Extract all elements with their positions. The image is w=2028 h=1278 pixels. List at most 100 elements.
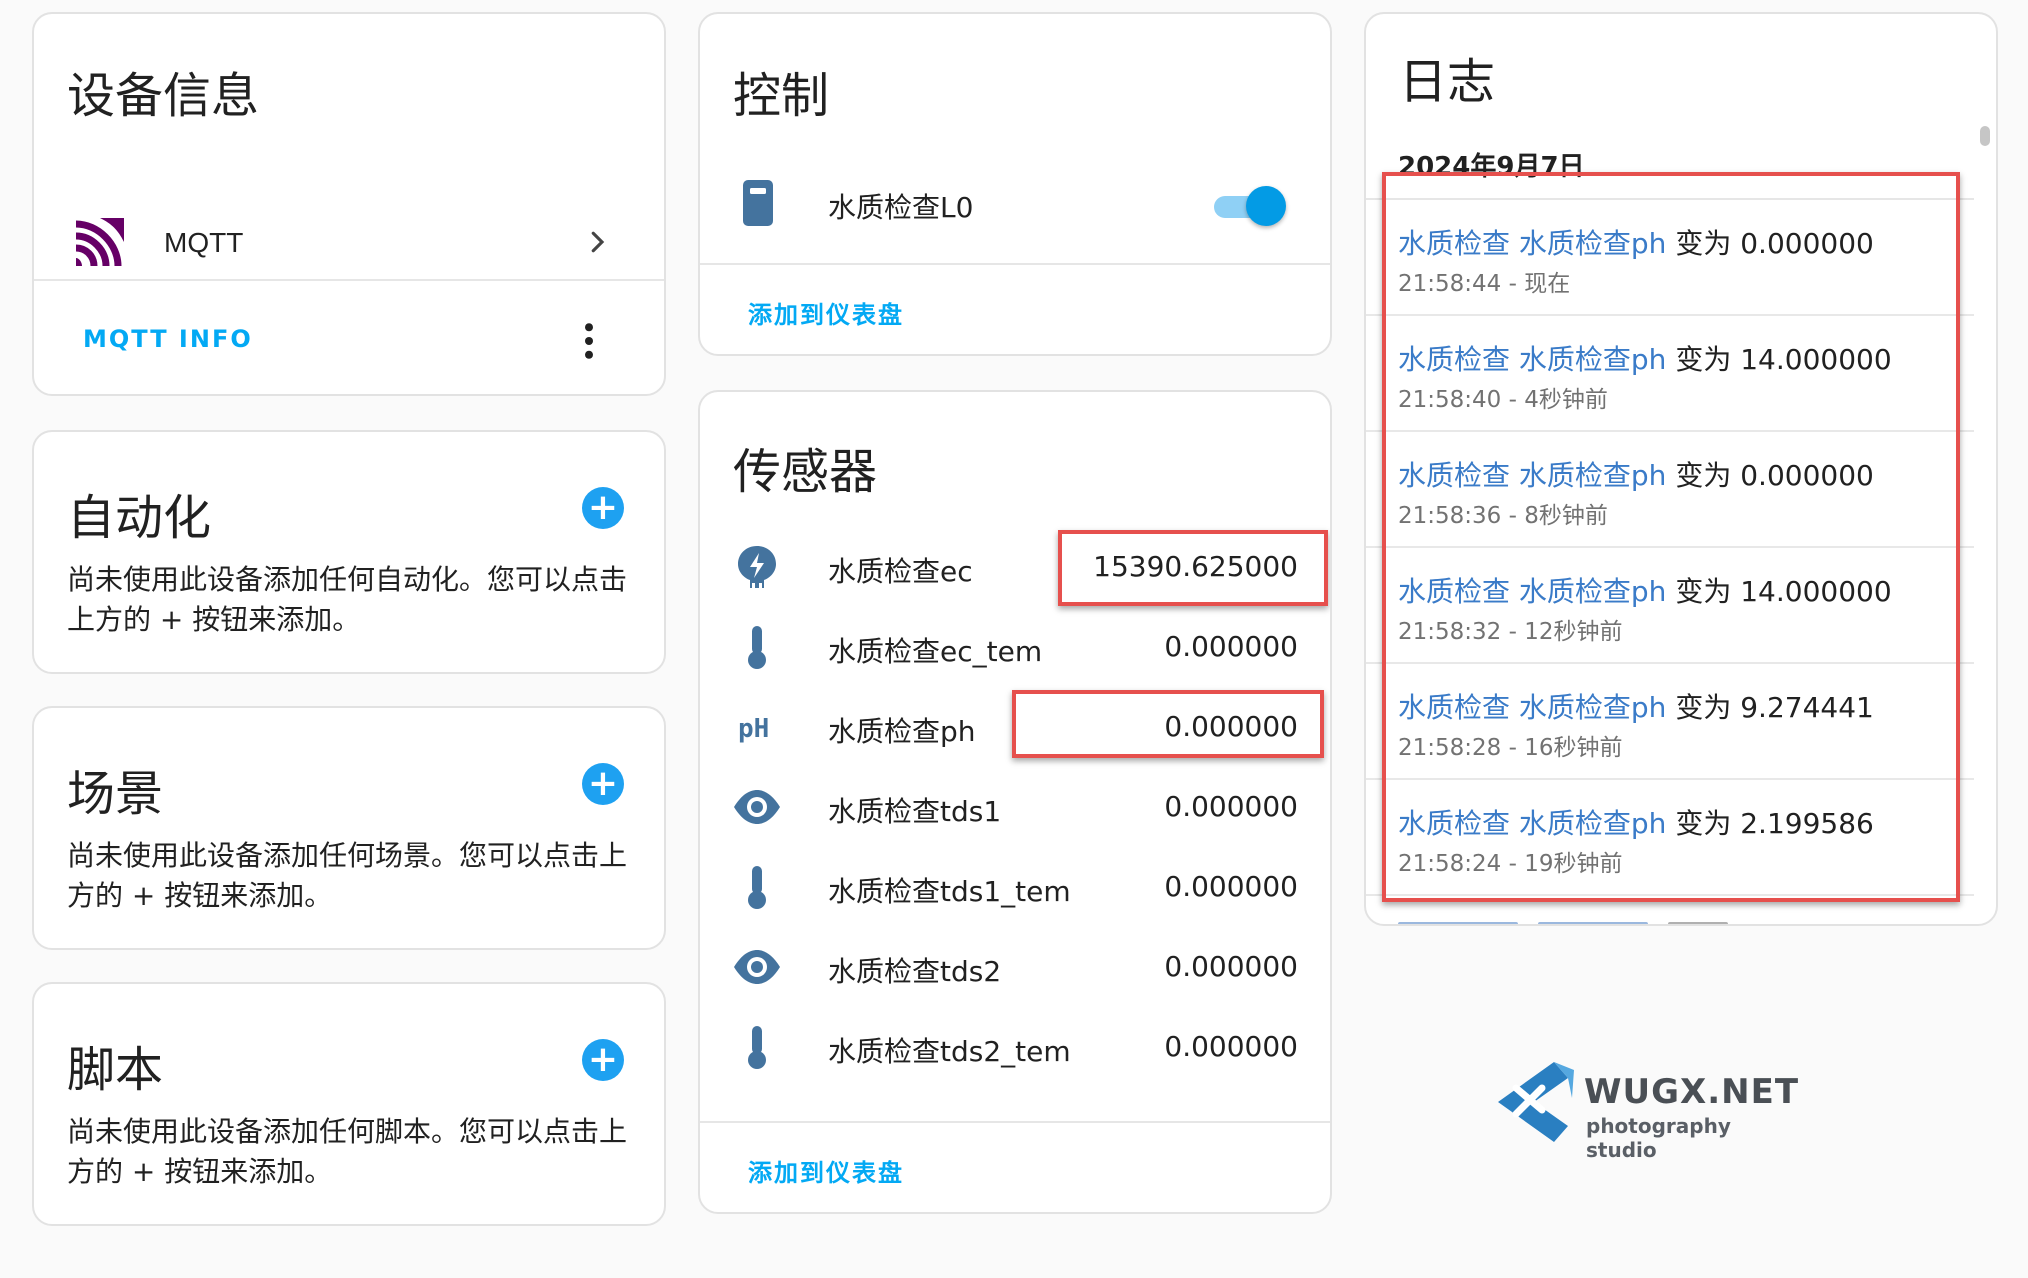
sensor-name: 水质检查ec	[828, 555, 973, 588]
log-message: 水质检查 水质检查ph 变为 14.000000	[1398, 338, 1892, 378]
watermark: WUGX.NET photography studio	[1494, 1058, 1798, 1162]
log-timestamp: 21:58:24 - 19秒钟前	[1398, 851, 1623, 877]
watermark-tagline: photography studio	[1586, 1114, 1731, 1162]
automation-description: 尚未使用此设备添加任何自动化。您可以点击上方的 + 按钮来添加。	[67, 563, 628, 636]
watermark-logo-icon	[1498, 1062, 1574, 1142]
log-entity-link[interactable]: 水质检查 水质检查ph	[1398, 459, 1666, 492]
log-timestamp: 21:58:36 - 8秒钟前	[1398, 503, 1608, 529]
card-divider	[34, 279, 664, 281]
mqtt-logo-icon	[74, 216, 126, 268]
sensor-name: 水质检查tds2_tem	[828, 1035, 1071, 1068]
sensor-row[interactable]: 水质检查tds1_tem 0.000000	[700, 848, 1330, 928]
sensor-row[interactable]: 水质检查ec 15390.625000	[700, 528, 1330, 608]
card-divider	[700, 1121, 1330, 1123]
mqtt-info-button[interactable]: MQTT INFO	[83, 325, 253, 353]
log-entity-link[interactable]: 水质检查 水质检查ph	[1398, 343, 1666, 376]
sensors-card: 传感器 水质检查ec 15390.625000 水质检查ec_tem 0.000…	[698, 390, 1332, 1214]
log-timestamp: 21:58:32 - 12秒钟前	[1398, 619, 1623, 645]
log-message: 水质检查 水质检查ph 变为 14.000000	[1398, 570, 1892, 610]
chevron-right-icon	[591, 231, 605, 253]
control-name: 水质检查L0	[828, 191, 974, 224]
log-message: 水质检查 水质检查ph 变为 0.000000	[1398, 454, 1874, 494]
script-title: 脚本	[67, 1042, 164, 1098]
log-entity-link[interactable]: 水质检查 水质检查ph	[1398, 227, 1666, 260]
script-card: 脚本 + 尚未使用此设备添加任何脚本。您可以点击上方的 + 按钮来添加。	[32, 982, 666, 1226]
add-script-button[interactable]: +	[582, 1039, 624, 1081]
sensor-name: 水质检查tds2	[828, 955, 1002, 988]
scrollbar-thumb[interactable]	[1980, 126, 1990, 146]
scene-title: 场景	[67, 766, 164, 822]
eye-icon	[734, 790, 780, 824]
log-entity-link[interactable]: 水质检查 水质检查ph	[1398, 575, 1666, 608]
log-change-text: 变为 0.000000	[1675, 459, 1874, 492]
add-scene-button[interactable]: +	[582, 763, 624, 805]
log-entity-link[interactable]: 水质检查 水质检查ph	[1398, 691, 1666, 724]
log-entry[interactable]: 水质检查 水质检查ph 变为 14.000000 21:58:40 - 4秒钟前	[1366, 316, 1974, 432]
sensor-row[interactable]: 水质检查ec_tem 0.000000	[700, 608, 1330, 688]
log-entry[interactable]: 水质检查 水质检查ph 变为 0.000000 21:58:44 - 现在	[1366, 200, 1974, 316]
control-row: 水质检查L0	[700, 164, 1330, 244]
sensor-value: 0.000000	[1164, 790, 1298, 823]
automation-title: 自动化	[67, 490, 212, 546]
device-info-title: 设备信息	[67, 68, 260, 124]
sensor-row[interactable]: 水质检查tds1 0.000000	[700, 768, 1330, 848]
controls-title: 控制	[733, 68, 830, 124]
sensor-name: 水质检查tds1_tem	[828, 875, 1071, 908]
sensor-value: 0.000000	[1164, 1030, 1298, 1063]
sensor-name: 水质检查tds1	[828, 795, 1002, 828]
thermometer-icon	[748, 866, 766, 909]
device-info-card: 设备信息 MQTT MQTT INFO	[32, 12, 666, 396]
sensor-row[interactable]: 水质检查tds2 0.000000	[700, 928, 1330, 1008]
controls-card: 控制 水质检查L0 添加到仪表盘	[698, 12, 1332, 356]
log-entry-partial	[1398, 922, 1738, 924]
water-flash-icon	[738, 546, 776, 589]
sensor-row[interactable]: 水质检查tds2_tem 0.000000	[700, 1008, 1330, 1088]
controls-add-to-dashboard[interactable]: 添加到仪表盘	[748, 295, 904, 330]
sensor-name: 水质检查ec_tem	[828, 635, 1043, 668]
sensors-add-to-dashboard[interactable]: 添加到仪表盘	[748, 1153, 904, 1188]
eye-icon	[734, 950, 780, 984]
log-entry[interactable]: 水质检查 水质检查ph 变为 0.000000 21:58:36 - 8秒钟前	[1366, 432, 1974, 548]
log-change-text: 变为 14.000000	[1675, 575, 1892, 608]
log-entry[interactable]: 水质检查 水质检查ph 变为 14.000000 21:58:32 - 12秒钟…	[1366, 548, 1974, 664]
sensor-value: 0.000000	[1164, 870, 1298, 903]
automation-card: 自动化 + 尚未使用此设备添加任何自动化。您可以点击上方的 + 按钮来添加。	[32, 430, 666, 674]
add-automation-button[interactable]: +	[582, 487, 624, 529]
logbook-title: 日志	[1399, 54, 1496, 110]
logbook-date: 2024年9月7日	[1398, 152, 1585, 182]
sensor-value: 0.000000	[1164, 630, 1298, 663]
sensor-name: 水质检查ph	[828, 715, 976, 748]
thermometer-icon	[748, 1026, 766, 1069]
card-divider	[700, 263, 1330, 265]
thermometer-icon	[748, 626, 766, 669]
sensor-value: 0.000000	[1164, 950, 1298, 983]
log-message: 水质检查 水质检查ph 变为 2.199586	[1398, 802, 1874, 842]
more-vertical-icon[interactable]	[574, 321, 604, 361]
scene-description: 尚未使用此设备添加任何场景。您可以点击上方的 + 按钮来添加。	[67, 839, 628, 912]
script-description: 尚未使用此设备添加任何脚本。您可以点击上方的 + 按钮来添加。	[67, 1115, 628, 1188]
sensor-value: 0.000000	[1164, 710, 1298, 743]
log-timestamp: 21:58:28 - 16秒钟前	[1398, 735, 1623, 761]
integration-name: MQTT	[164, 227, 244, 258]
log-change-text: 变为 9.274441	[1675, 691, 1874, 724]
log-change-text: 变为 0.000000	[1675, 227, 1874, 260]
log-message: 水质检查 水质检查ph 变为 0.000000	[1398, 222, 1874, 262]
log-change-text: 变为 14.000000	[1675, 343, 1892, 376]
integration-row[interactable]: MQTT	[34, 194, 664, 290]
battery-icon	[743, 180, 773, 226]
log-change-text: 变为 2.199586	[1675, 807, 1874, 840]
sensor-row[interactable]: pH 水质检查ph 0.000000	[700, 688, 1330, 768]
log-timestamp: 21:58:44 - 现在	[1398, 271, 1571, 297]
sensor-value: 15390.625000	[1093, 550, 1298, 583]
log-entity-link[interactable]: 水质检查 水质检查ph	[1398, 807, 1666, 840]
control-toggle[interactable]	[1214, 186, 1286, 226]
log-entry[interactable]: 水质检查 水质检查ph 变为 2.199586 21:58:24 - 19秒钟前	[1366, 780, 1974, 896]
watermark-brand: WUGX.NET	[1584, 1072, 1800, 1112]
scene-card: 场景 + 尚未使用此设备添加任何场景。您可以点击上方的 + 按钮来添加。	[32, 706, 666, 950]
log-message: 水质检查 水质检查ph 变为 9.274441	[1398, 686, 1874, 726]
sensors-title: 传感器	[733, 444, 878, 500]
ph-icon: pH	[738, 714, 770, 744]
logbook-card: 日志 2024年9月7日 水质检查 水质检查ph 变为 0.000000 21:…	[1364, 12, 1998, 926]
log-entry[interactable]: 水质检查 水质检查ph 变为 9.274441 21:58:28 - 16秒钟前	[1366, 664, 1974, 780]
log-timestamp: 21:58:40 - 4秒钟前	[1398, 387, 1608, 413]
